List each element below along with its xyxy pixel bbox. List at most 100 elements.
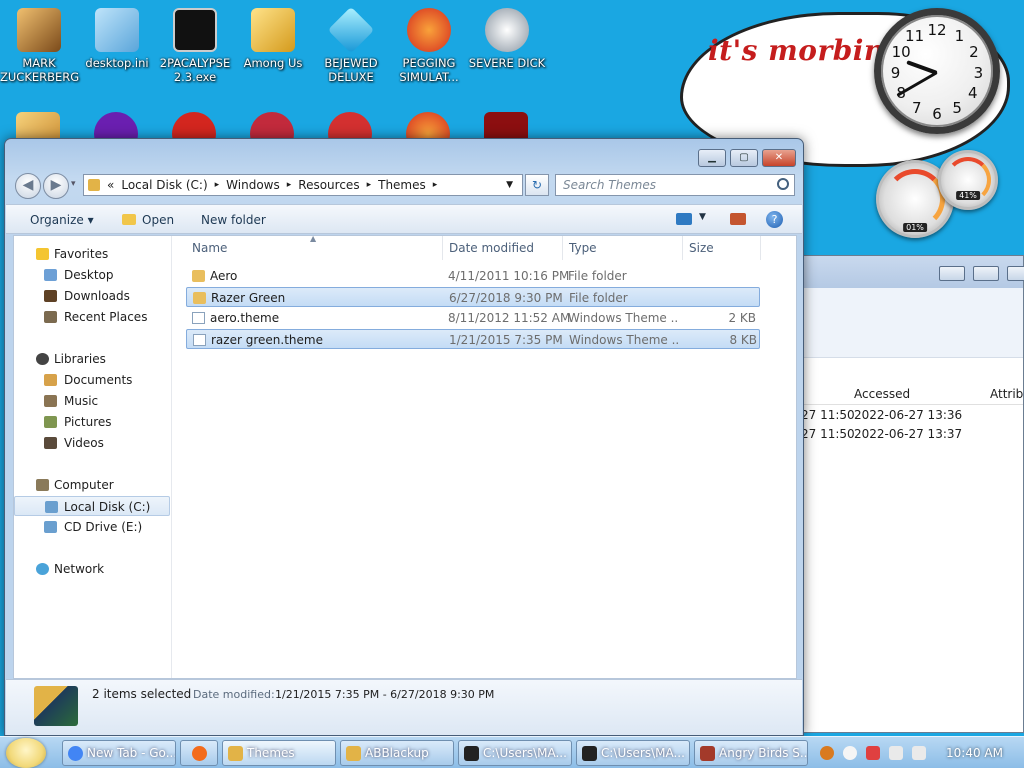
cpu-percent: 01% [903,223,927,232]
details-pane: 2 items selected Date modified: 1/21/201… [6,679,802,735]
task-label: ABBlackup [365,746,429,760]
breadcrumb-separator[interactable]: ▸ [215,180,220,190]
breadcrumb-separator[interactable]: ▸ [287,180,292,190]
address-dropdown[interactable]: ▼ [506,180,513,190]
nav-videos[interactable]: Videos [14,433,170,453]
file-name: Razer Green [211,291,286,305]
search-icon[interactable] [777,178,789,190]
desktop-icon-bejeweled[interactable]: BEJEWED DELUXE [312,6,390,84]
desktop-icon-severe-dick[interactable]: SEVERE DICK [468,8,546,70]
desktop-icon-among-us[interactable]: Among Us [234,8,312,70]
view-dropdown[interactable]: ▼ [699,212,706,222]
ram-meter-gadget[interactable]: 41% [938,150,998,210]
date-modified-label: Date modified: [193,688,275,701]
breadcrumb-overflow[interactable]: « [107,178,114,192]
address-bar[interactable]: « Local Disk (C:) ▸ Windows ▸ Resources … [83,174,523,196]
nav-music[interactable]: Music [14,391,170,411]
new-folder-button[interactable]: New folder [201,213,266,227]
taskbar-firefox[interactable] [180,740,218,766]
nav-pictures[interactable]: Pictures [14,412,170,432]
nav-libraries[interactable]: Libraries [14,349,170,369]
file-row-aero-theme[interactable]: aero.theme 8/11/2012 11:52 AM Windows Th… [186,308,760,328]
taskbar-chrome[interactable]: New Tab - Go... [62,740,176,766]
file-type: Windows Theme ... [568,311,678,325]
desktop-icon-mark-zuckerberg[interactable]: MARK ZUCKERBERG [0,8,80,84]
view-icon[interactable] [676,213,692,225]
search-input[interactable]: Search Themes [555,174,795,196]
taskbar-themes[interactable]: Themes [222,740,336,766]
nav-downloads[interactable]: Downloads [14,286,170,306]
taskbar-console-2[interactable]: C:\Users\MA... [576,740,690,766]
column-attributes[interactable]: Attribu [990,387,1024,401]
breadcrumb-themes[interactable]: Themes [378,178,426,192]
breadcrumb-windows[interactable]: Windows [226,178,280,192]
pegging-icon [407,8,451,52]
desktop-icon-label: 2PACALYPSE 2.3.exe [159,56,231,84]
refresh-button[interactable]: ↻ [525,174,549,196]
nav-computer[interactable]: Computer [14,475,170,495]
column-type[interactable]: Type [563,236,683,260]
nav-network[interactable]: Network [14,559,170,579]
explorer-window[interactable]: ▁ ▢ ✕ ◀ ▶ ▾ « Local Disk (C:) ▸ Windows … [4,138,804,736]
desktop-icon-label: MARK ZUCKERBERG [0,56,80,84]
desktop-icon-desktop-ini[interactable]: desktop.ini [78,8,156,70]
cell-accessed: 2022-06-27 13:36 [854,408,963,422]
navigation-pane: Favorites Desktop Downloads Recent Place… [14,236,172,678]
action-center-icon[interactable] [866,746,880,760]
organize-button[interactable]: Organize ▾ [30,213,94,227]
background-window-titlebar[interactable] [801,256,1024,288]
breadcrumb-local-disk[interactable]: Local Disk (C:) [121,178,207,192]
clock-gadget[interactable]: 12 1 2 3 4 5 6 7 8 9 10 11 [874,8,1000,134]
file-row-aero[interactable]: Aero 4/11/2011 10:16 PM File folder [186,266,760,286]
nav-documents[interactable]: Documents [14,370,170,390]
close-button[interactable]: ✕ [762,149,796,167]
file-row-razer-green-theme[interactable]: razer green.theme 1/21/2015 7:35 PM Wind… [186,329,760,349]
taskbar-abblackup[interactable]: ABBlackup [340,740,454,766]
open-button[interactable]: Open [142,213,174,227]
column-size[interactable]: Size [683,236,761,260]
breadcrumb-separator[interactable]: ▸ [367,180,372,190]
desktop-icon-pegging-simulator[interactable]: PEGGING SIMULAT... [390,8,468,84]
maximize-button[interactable]: ▢ [730,149,758,167]
cd-drive-icon [44,521,57,533]
file-row-razer-green[interactable]: Razer Green 6/27/2018 9:30 PM File folde… [186,287,760,307]
recent-pages-dropdown[interactable]: ▾ [71,179,76,189]
minimize-button[interactable] [939,266,965,281]
minimize-button[interactable]: ▁ [698,149,726,167]
desktop-icon-label: Among Us [243,56,303,70]
column-date-modified[interactable]: Date modified [443,236,563,260]
taskbar-angry-birds[interactable]: Angry Birds S... [694,740,808,766]
start-button[interactable] [6,738,46,768]
help-icon[interactable]: ? [766,211,783,228]
nav-local-disk[interactable]: Local Disk (C:) [14,496,170,516]
column-accessed[interactable]: Accessed [854,387,910,401]
close-button[interactable] [1007,266,1024,281]
background-window[interactable]: Accessed Attribu 27 11:50 2022-06-27 13:… [800,255,1024,733]
nav-recent-places[interactable]: Recent Places [14,307,170,327]
gem-icon [327,6,375,54]
volume-icon[interactable] [912,746,926,760]
taskbar-clock[interactable]: 10:40 AM [946,746,1003,760]
network-tray-icon[interactable] [889,746,903,760]
breadcrumb-separator[interactable]: ▸ [433,180,438,190]
file-name: aero.theme [210,311,280,325]
settings-file-icon [95,8,139,52]
nav-favorites[interactable]: Favorites [14,244,170,264]
search-tray-icon[interactable] [820,746,834,760]
nav-desktop[interactable]: Desktop [14,265,170,285]
table-row[interactable]: 27 11:50 2022-06-27 13:37 [801,427,1023,446]
table-row[interactable]: 27 11:50 2022-06-27 13:36 [801,408,1023,427]
desktop-icon-2pacalypse[interactable]: 2PACALYPSE 2.3.exe [156,8,234,84]
taskbar-console-1[interactable]: C:\Users\MA... [458,740,572,766]
smiley-tray-icon[interactable] [843,746,857,760]
nav-cd-drive[interactable]: CD Drive (E:) [14,517,170,537]
preview-pane-icon[interactable] [730,213,746,225]
forward-button[interactable]: ▶ [43,173,69,199]
content-pane: Favorites Desktop Downloads Recent Place… [13,234,797,679]
maximize-button[interactable] [973,266,999,281]
desktop-icon-label: SEVERE DICK [468,56,546,70]
breadcrumb-resources[interactable]: Resources [298,178,359,192]
clock-number: 4 [968,84,978,103]
command-bar: Organize ▾ Open New folder ▼ ? [6,204,802,234]
back-button[interactable]: ◀ [15,173,41,199]
